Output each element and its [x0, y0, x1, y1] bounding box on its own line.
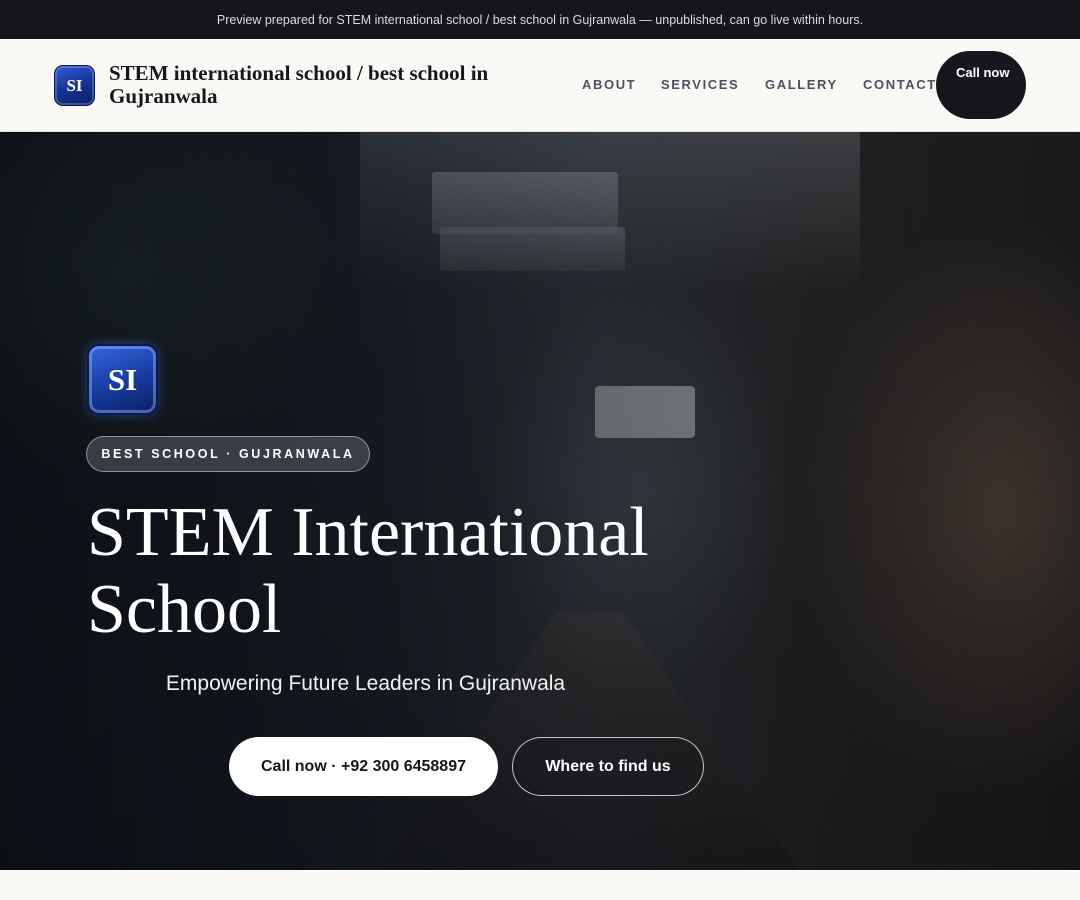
- main-nav: ABOUT SERVICES GALLERY CONTACT: [0, 77, 1080, 97]
- header-call-button[interactable]: Call now: [936, 51, 1026, 119]
- where-to-find-us-label: Where to find us: [545, 757, 671, 775]
- where-to-find-us-button[interactable]: Where to find us: [512, 737, 704, 796]
- hero-title: STEM International School: [87, 494, 649, 648]
- hero-eyebrow-text: BEST SCHOOL · GUJRANWALA: [101, 447, 355, 461]
- nav-contact[interactable]: CONTACT: [863, 77, 937, 92]
- nav-about[interactable]: ABOUT: [582, 77, 636, 92]
- preview-banner: Preview prepared for STEM international …: [0, 0, 1080, 39]
- next-section: [0, 870, 1080, 900]
- nav-services[interactable]: SERVICES: [661, 77, 739, 92]
- hero-eyebrow-pill: BEST SCHOOL · GUJRANWALA: [86, 436, 370, 472]
- preview-banner-text: Preview prepared for STEM international …: [216, 12, 864, 27]
- hero-subtitle: Empowering Future Leaders in Gujranwala: [165, 672, 566, 695]
- header-call-label: Call now: [956, 65, 1010, 80]
- hero-logo-initials: SI: [107, 361, 138, 397]
- hero-section: SI BEST SCHOOL · GUJRANWALA STEM Interna…: [0, 132, 1080, 870]
- nav-gallery[interactable]: GALLERY: [765, 77, 838, 92]
- hero-logo-badge: SI: [87, 344, 158, 415]
- call-now-button[interactable]: Call now · +92 300 6458897: [229, 737, 498, 796]
- site-header: SI STEM international school / best scho…: [0, 39, 1080, 132]
- call-now-label: Call now · +92 300 6458897: [260, 757, 466, 775]
